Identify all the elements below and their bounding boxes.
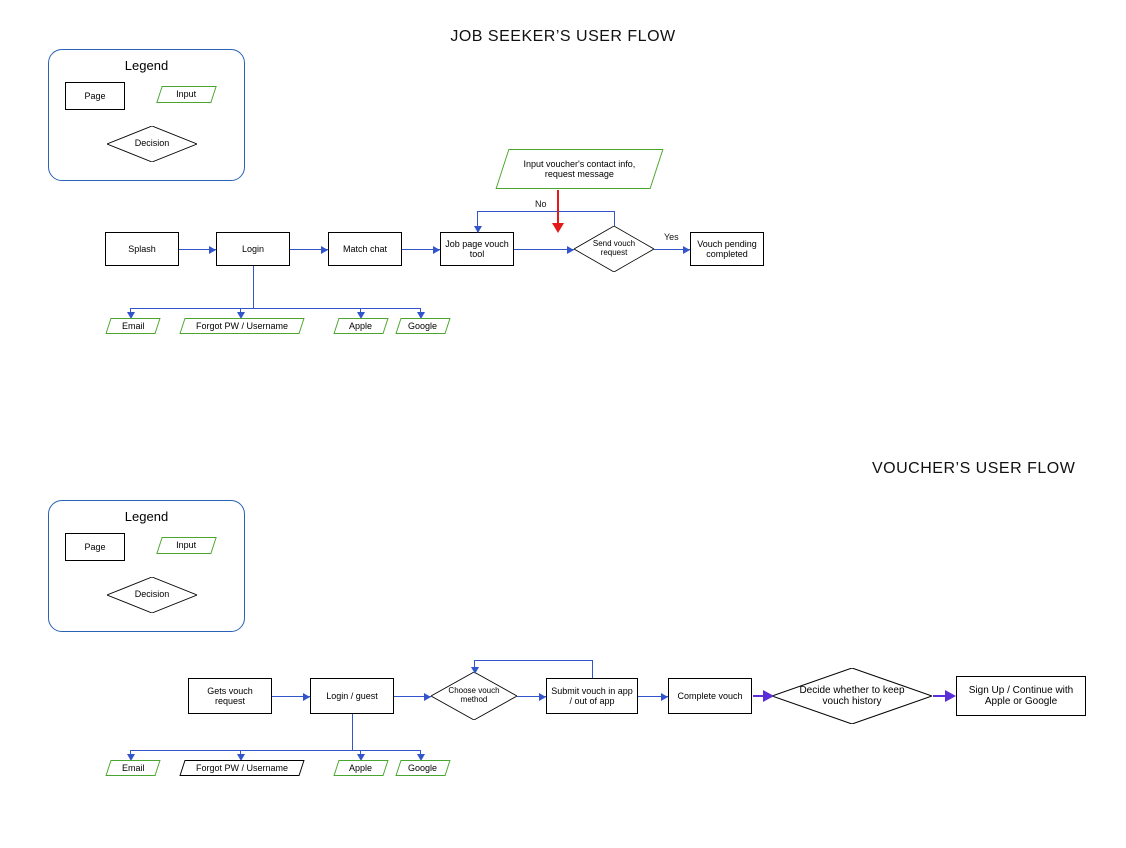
legend-panel-top: Legend Page Input Decision	[48, 49, 245, 181]
edge-label-no: No	[535, 199, 547, 209]
node-match-chat: Match chat	[328, 232, 402, 266]
node-splash: Splash	[105, 232, 179, 266]
edge-login-down	[253, 266, 254, 308]
edge-login-bus	[130, 308, 420, 309]
purple-arrowhead-icon	[945, 690, 956, 702]
login-option-apple: Apple	[333, 318, 388, 334]
edge-loginguest-bus	[130, 750, 420, 751]
red-arrowhead-icon	[552, 223, 564, 233]
edge-jobpage-decision	[514, 249, 574, 250]
legend-input-para: Input	[156, 86, 217, 103]
arrowhead-icon	[683, 246, 690, 254]
node-choose-vouch-method: Choose vouch method	[431, 672, 517, 720]
node-login: Login	[216, 232, 290, 266]
legend-page-box: Page	[65, 82, 125, 110]
voucher-option-email: Email	[105, 760, 160, 776]
edge-input-to-decision-red	[557, 190, 559, 225]
node-vouch-pending-completed: Vouch pending completed	[690, 232, 764, 266]
node-job-page-vouch-tool: Job page vouch tool	[440, 232, 514, 266]
legend-page-box-2: Page	[65, 533, 125, 561]
arrowhead-icon	[303, 693, 310, 701]
node-complete-vouch: Complete vouch	[668, 678, 752, 714]
section-title-voucher: VOUCHER’S USER FLOW	[872, 460, 1075, 478]
legend-decision-diamond: Decision	[107, 126, 197, 162]
arrowhead-icon	[424, 693, 431, 701]
edge-no-left	[477, 211, 615, 212]
legend-input-para-2: Input	[156, 537, 217, 554]
voucher-option-forgot: Forgot PW / Username	[179, 760, 304, 776]
purple-arrowhead-icon	[763, 690, 774, 702]
login-option-google: Google	[395, 318, 450, 334]
arrowhead-icon	[474, 226, 482, 233]
edge-no-up	[614, 211, 615, 226]
node-decide-history: Decide whether to keep vouch history	[772, 668, 932, 724]
arrowhead-icon	[567, 246, 574, 254]
login-option-email: Email	[105, 318, 160, 334]
node-login-guest: Login / guest	[310, 678, 394, 714]
arrowhead-icon	[471, 667, 479, 674]
node-sign-up-continue: Sign Up / Continue with Apple or Google	[956, 676, 1086, 716]
diagram-canvas: JOB SEEKER’S USER FLOW Legend Page Input…	[0, 0, 1126, 848]
node-gets-vouch-request: Gets vouch request	[188, 678, 272, 714]
node-input-voucher-contact: Input voucher's contact info, request me…	[496, 149, 664, 189]
node-send-vouch-request: Send vouch request	[574, 226, 654, 272]
arrowhead-icon	[209, 246, 216, 254]
legend-decision-diamond-2: Decision	[107, 577, 197, 613]
section-title-job-seeker: JOB SEEKER’S USER FLOW	[0, 28, 1126, 46]
edge-loop-up	[592, 660, 593, 678]
arrowhead-icon	[539, 693, 546, 701]
legend-heading-2: Legend	[49, 509, 244, 524]
legend-panel-bottom: Legend Page Input Decision	[48, 500, 245, 632]
arrowhead-icon	[661, 693, 668, 701]
arrowhead-icon	[321, 246, 328, 254]
edge-label-yes: Yes	[664, 232, 679, 242]
voucher-option-apple: Apple	[333, 760, 388, 776]
edge-loop-left	[474, 660, 592, 661]
edge-loginguest-down	[352, 714, 353, 750]
node-submit-vouch: Submit vouch in app / out of app	[546, 678, 638, 714]
legend-heading: Legend	[49, 58, 244, 73]
voucher-option-google: Google	[395, 760, 450, 776]
login-option-forgot: Forgot PW / Username	[179, 318, 304, 334]
arrowhead-icon	[433, 246, 440, 254]
